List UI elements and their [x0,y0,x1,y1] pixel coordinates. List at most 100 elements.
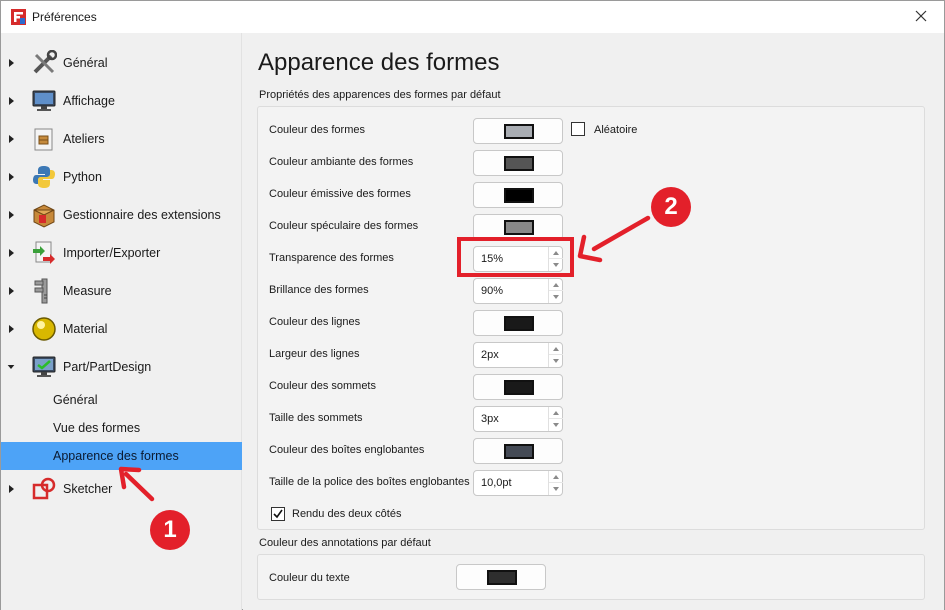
row-label: Taille de la police des boîtes englobant… [269,476,470,488]
color-swatch [504,188,534,203]
expand-arrow-icon[interactable] [7,133,15,145]
expand-arrow-icon[interactable] [7,209,15,221]
callout-badge-1: 1 [150,510,190,550]
bounding-box-color-button[interactable] [473,438,563,464]
monitor-icon [32,90,56,111]
expand-arrow-icon[interactable] [7,247,15,259]
import-export-icon [33,241,55,264]
tree-item-import-export[interactable]: Importer/Exporter [1,236,242,270]
checkmark-icon [273,509,283,519]
row-label: Couleur du texte [269,572,350,584]
spinbox-buttons [548,343,563,367]
material-sphere-icon [32,317,56,341]
chevron-down-icon [553,359,559,363]
subitem-label: Apparence des formes [53,449,179,463]
shape-color-button[interactable] [473,118,563,144]
spin-up-button[interactable] [549,471,563,483]
line-width-spinbox[interactable]: 2px [473,342,563,368]
spinbox-value: 90% [481,285,504,297]
subitem-general[interactable]: Général [1,386,242,414]
two-side-rendering-checkbox[interactable] [271,507,285,521]
subitem-shape-view[interactable]: Vue des formes [1,414,242,442]
tree-item-label: Sketcher [63,482,113,496]
tree-item-label: Gestionnaire des extensions [63,208,221,222]
tree-item-sketcher[interactable]: Sketcher [1,472,242,506]
line-color-button[interactable] [473,310,563,336]
ambient-color-button[interactable] [473,150,563,176]
title-bar: Préférences [1,1,944,33]
collapse-arrow-icon[interactable] [7,361,15,373]
text-color-button[interactable] [456,564,546,590]
random-color-checkbox[interactable] [571,122,585,136]
part-design-icon [32,356,56,377]
shininess-spinbox[interactable]: 90% [473,278,563,304]
row-label: Brillance des formes [269,284,369,296]
expand-arrow-icon[interactable] [7,285,15,297]
tree-item-measure[interactable]: Measure [1,274,242,308]
row-label: Couleur ambiante des formes [269,156,414,168]
workbench-icon [34,128,53,151]
row-label: Couleur des boîtes englobantes [269,444,425,456]
spin-down-button[interactable] [549,355,563,367]
row-label: Couleur des formes [269,124,365,136]
spin-up-button[interactable] [549,407,563,419]
row-label: Couleur des sommets [269,380,376,392]
tree-item-display[interactable]: Affichage [1,84,242,118]
tree-item-python[interactable]: Python [1,160,242,194]
chevron-down-icon [553,423,559,427]
row-label: Taille des sommets [269,412,363,424]
bounding-box-font-size-spinbox[interactable]: 10,0pt [473,470,563,496]
spinbox-buttons [548,471,563,495]
page-title: Apparence des formes [258,49,500,76]
tree-item-general[interactable]: Général [1,46,242,80]
chevron-up-icon [553,475,559,479]
spinbox-value: 10,0pt [481,477,512,489]
spin-down-button[interactable] [549,291,563,303]
group-box-shape-appearance: Couleur des formes Aléatoire Couleur amb… [257,106,925,530]
expand-arrow-icon[interactable] [7,57,15,69]
spinbox-value: 2px [481,349,499,361]
expand-arrow-icon[interactable] [7,171,15,183]
color-swatch [504,124,534,139]
window-title: Préférences [32,10,97,24]
python-icon [33,166,55,188]
color-swatch [504,156,534,171]
vertex-size-spinbox[interactable]: 3px [473,406,563,432]
group-box-annotation-color: Couleur du texte [257,554,925,600]
row-label: Transparence des formes [269,252,394,264]
sketcher-icon [32,477,56,500]
highlight-box [457,237,574,277]
color-swatch [504,220,534,235]
vertex-color-button[interactable] [473,374,563,400]
group-title-default-shape-appearance: Propriétés des apparences des formes par… [259,89,501,101]
two-side-rendering-label: Rendu des deux côtés [292,508,402,520]
spin-down-button[interactable] [549,483,563,495]
caliper-icon [34,278,48,304]
preferences-tree: Général Affichage Ateliers Python Gestio… [1,33,242,610]
freecad-app-icon [11,9,26,25]
expand-arrow-icon[interactable] [7,323,15,335]
tree-item-workbenches[interactable]: Ateliers [1,122,242,156]
expand-arrow-icon[interactable] [7,95,15,107]
chevron-up-icon [553,347,559,351]
subitem-shape-appearance[interactable]: Apparence des formes [1,442,242,470]
tools-icon [33,50,57,74]
emissive-color-button[interactable] [473,182,563,208]
tree-item-addon-manager[interactable]: Gestionnaire des extensions [1,198,242,232]
settings-panel: Apparence des formes Propriétés des appa… [243,33,944,610]
color-swatch [504,444,534,459]
spin-up-button[interactable] [549,343,563,355]
color-swatch [504,316,534,331]
subitem-label: Général [53,393,98,407]
close-button[interactable] [902,3,940,29]
spinbox-value: 3px [481,413,499,425]
tree-item-label: Python [63,170,102,184]
addon-manager-icon [33,204,55,228]
tree-item-label: Affichage [63,94,115,108]
tree-item-material[interactable]: Material [1,312,242,346]
expand-arrow-icon[interactable] [7,483,15,495]
spin-up-button[interactable] [549,279,563,291]
tree-item-part-partdesign[interactable]: Part/PartDesign [1,350,242,384]
row-label: Largeur des lignes [269,348,360,360]
spin-down-button[interactable] [549,419,563,431]
